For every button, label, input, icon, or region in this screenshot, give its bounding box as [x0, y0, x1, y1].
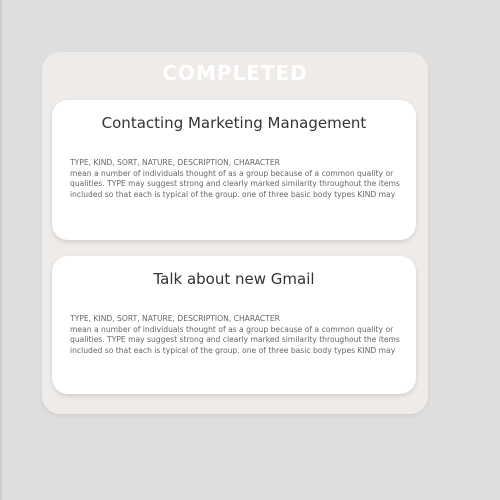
window-edge — [0, 0, 2, 500]
completed-column: COMPLETED Contacting Marketing Managemen… — [42, 52, 428, 414]
task-card-description-heading: TYPE, KIND, SORT, NATURE, DESCRIPTION, C… — [70, 314, 280, 323]
task-card-description-text: mean a number of individuals thought of … — [70, 168, 400, 199]
task-card-description-heading: TYPE, KIND, SORT, NATURE, DESCRIPTION, C… — [70, 158, 280, 167]
task-card[interactable]: Contacting Marketing Management TYPE, KI… — [52, 100, 416, 240]
task-card-description: TYPE, KIND, SORT, NATURE, DESCRIPTION, C… — [70, 314, 406, 356]
task-card-description: TYPE, KIND, SORT, NATURE, DESCRIPTION, C… — [70, 158, 406, 200]
task-card-title: Contacting Marketing Management — [101, 114, 367, 132]
column-title: COMPLETED — [162, 61, 308, 85]
screen: COMPLETED Contacting Marketing Managemen… — [0, 0, 500, 500]
task-card[interactable]: Talk about new Gmail TYPE, KIND, SORT, N… — [52, 256, 416, 394]
task-card-description-text: mean a number of individuals thought of … — [70, 324, 400, 355]
task-card-title: Talk about new Gmail — [153, 270, 315, 288]
